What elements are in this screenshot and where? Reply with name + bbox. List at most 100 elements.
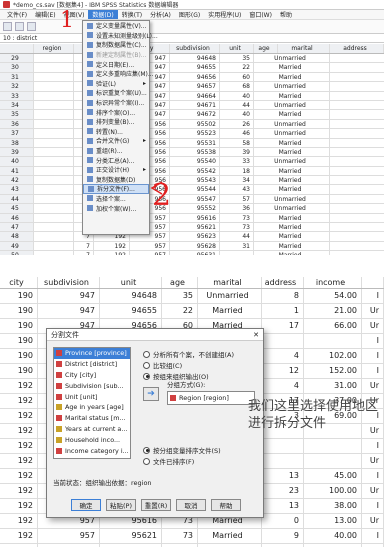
column-header[interactable] <box>0 44 34 53</box>
table-cell[interactable]: 190 <box>0 334 38 348</box>
table-cell[interactable]: 190 <box>0 304 38 318</box>
row-number[interactable]: 33 <box>0 91 34 100</box>
table-cell[interactable] <box>34 129 74 138</box>
radio-compare-groups[interactable]: 比较组(C) <box>143 360 182 370</box>
table-cell[interactable]: 94672 <box>170 110 220 119</box>
table-cell[interactable]: Married <box>198 304 262 318</box>
row-number[interactable]: 46 <box>0 213 34 223</box>
table-cell[interactable]: 45.00 <box>304 469 362 483</box>
table-cell[interactable] <box>262 439 304 453</box>
row-number[interactable]: 49 <box>0 241 34 251</box>
column-header[interactable]: unit <box>220 44 254 53</box>
table-cell[interactable]: 33 <box>220 157 254 166</box>
menu-item[interactable]: 文件(F) <box>3 10 31 19</box>
save-icon[interactable] <box>15 22 24 31</box>
table-cell[interactable]: 44 <box>220 100 254 110</box>
variable-item[interactable]: Marital status [m... <box>54 413 130 424</box>
variable-item[interactable]: Subdivision [sub... <box>54 380 130 391</box>
table-cell[interactable]: Ur <box>362 484 384 498</box>
variable-item[interactable]: Province [province] <box>54 348 130 359</box>
table-cell[interactable]: 192 <box>0 379 38 393</box>
table-cell[interactable]: 192 <box>0 439 38 453</box>
table-cell[interactable]: 95616 <box>170 213 220 223</box>
table-cell[interactable]: I <box>362 334 384 348</box>
row-number[interactable]: 35 <box>0 110 34 119</box>
row-number[interactable]: 34 <box>0 100 34 110</box>
table-cell[interactable]: 13 <box>262 499 304 513</box>
table-cell[interactable]: Married <box>254 110 330 119</box>
table-cell[interactable] <box>34 241 74 251</box>
table-cell[interactable]: 36 <box>220 204 254 213</box>
row-number[interactable]: 48 <box>0 232 34 241</box>
table-cell[interactable]: 4 <box>262 349 304 363</box>
row-number[interactable]: 31 <box>0 72 34 82</box>
table-cell[interactable]: Unmarried <box>254 157 330 166</box>
table-cell[interactable]: 95523 <box>170 129 220 138</box>
table-cell[interactable]: Married <box>254 185 330 194</box>
table-cell[interactable]: 94655 <box>100 304 162 318</box>
table-cell[interactable]: 7 <box>74 241 94 251</box>
variable-item[interactable]: Years at current a... <box>54 424 130 435</box>
row-number[interactable]: 40 <box>0 157 34 166</box>
table-cell[interactable]: 94664 <box>170 91 220 100</box>
table-cell[interactable]: 192 <box>94 241 130 251</box>
reset-button[interactable]: 重置(R) <box>141 499 171 511</box>
table-cell[interactable]: Unmarried <box>254 100 330 110</box>
table-cell[interactable]: 13 <box>262 469 304 483</box>
table-cell[interactable]: 94657 <box>170 82 220 91</box>
row-number[interactable]: 37 <box>0 129 34 138</box>
table-cell[interactable]: 58 <box>220 138 254 147</box>
radio-button[interactable] <box>143 457 150 465</box>
table-cell[interactable]: Married <box>254 241 330 251</box>
table-cell[interactable]: 26 <box>220 119 254 129</box>
menu-item[interactable]: 加权个案(W)... <box>83 203 149 213</box>
table-cell[interactable]: I <box>362 439 384 453</box>
table-cell[interactable]: Unmarried <box>254 204 330 213</box>
variable-item[interactable]: District [district] <box>54 359 130 370</box>
table-cell[interactable] <box>34 63 74 72</box>
table-cell[interactable]: 192 <box>0 484 38 498</box>
table-cell[interactable]: 192 <box>0 409 38 423</box>
column-header[interactable]: marital <box>278 44 330 53</box>
table-cell[interactable]: 94648 <box>100 289 162 303</box>
table-cell[interactable]: Unmarried <box>254 82 330 91</box>
table-cell[interactable]: 190 <box>0 289 38 303</box>
table-cell[interactable]: 95628 <box>170 241 220 251</box>
table-cell[interactable] <box>34 91 74 100</box>
table-cell[interactable]: 95542 <box>170 166 220 176</box>
row-number[interactable]: 29 <box>0 54 34 63</box>
table-cell[interactable] <box>34 72 74 82</box>
table-cell[interactable] <box>34 119 74 129</box>
table-cell[interactable]: 95531 <box>170 138 220 147</box>
table-cell[interactable]: I <box>362 289 384 303</box>
table-cell[interactable]: 12 <box>262 364 304 378</box>
table-cell[interactable] <box>34 232 74 241</box>
table-cell[interactable]: 73 <box>162 529 198 543</box>
table-cell[interactable]: 94655 <box>170 63 220 72</box>
table-cell[interactable]: 95623 <box>170 232 220 241</box>
table-cell[interactable]: 947 <box>38 304 100 318</box>
radio-button[interactable] <box>143 350 150 358</box>
variable-item[interactable]: Household inco... <box>54 434 130 445</box>
variable-item[interactable]: Unit [unit] <box>54 391 130 402</box>
table-cell[interactable]: 95544 <box>170 185 220 194</box>
table-cell[interactable]: 94671 <box>170 100 220 110</box>
table-cell[interactable]: 192 <box>0 454 38 468</box>
menu-item[interactable]: 重组(R)... <box>83 146 149 156</box>
table-cell[interactable]: Unmarried <box>198 289 262 303</box>
column-header[interactable]: unit <box>100 277 162 288</box>
menu-item[interactable]: 分析(A) <box>146 10 175 19</box>
menu-item[interactable]: 排序个案(O)... <box>83 107 149 117</box>
table-cell[interactable]: 957 <box>130 241 170 251</box>
table-cell[interactable]: 192 <box>0 529 38 543</box>
table-cell[interactable] <box>34 100 74 110</box>
table-cell[interactable]: 31 <box>220 241 254 251</box>
table-cell[interactable] <box>304 439 362 453</box>
menu-item[interactable]: 复制数据属性(C)... <box>83 40 149 50</box>
table-cell[interactable]: Married <box>254 147 330 157</box>
table-cell[interactable]: 190 <box>0 364 38 378</box>
column-header[interactable]: subdivision <box>170 44 220 53</box>
table-cell[interactable]: 957 <box>38 529 100 543</box>
table-cell[interactable]: 73 <box>220 213 254 223</box>
paste-button[interactable]: 粘贴(P) <box>106 499 136 511</box>
